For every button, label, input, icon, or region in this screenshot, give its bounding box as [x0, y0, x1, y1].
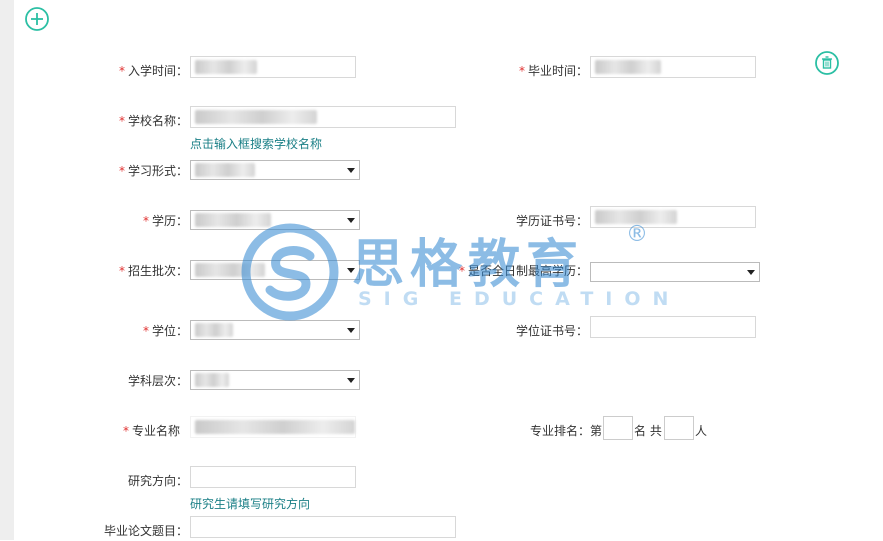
- blurred-value: [195, 263, 265, 277]
- degree-label-text: 学位：: [151, 324, 188, 338]
- research-label-text: 研究方向：: [127, 474, 188, 488]
- delete-education-button[interactable]: [814, 50, 840, 76]
- blurred-value: [595, 210, 677, 224]
- school-name-label-text: 学校名称：: [127, 114, 188, 128]
- add-education-button[interactable]: [24, 6, 50, 32]
- required-asterisk: *: [458, 264, 465, 278]
- blurred-value: [195, 213, 271, 227]
- required-asterisk: *: [142, 214, 149, 228]
- chevron-down-icon: [347, 268, 355, 273]
- blurred-value: [195, 163, 255, 177]
- chevron-down-icon: [347, 218, 355, 223]
- fulltime-select[interactable]: [590, 262, 760, 282]
- fulltime-label: * 是否全日制最高学历：: [430, 261, 588, 281]
- degree-label: * 学位：: [80, 321, 188, 341]
- school-name-label: * 学校名称：: [80, 111, 188, 131]
- batch-select[interactable]: [190, 260, 360, 280]
- blurred-value: [195, 420, 355, 434]
- research-hint: 研究生请填写研究方向: [190, 497, 311, 511]
- fulltime-label-text: 是否全日制最高学历：: [467, 264, 588, 278]
- grad-time-input[interactable]: [590, 56, 756, 78]
- required-asterisk: *: [118, 264, 125, 278]
- blurred-value: [595, 60, 661, 74]
- enroll-time-label: * 入学时间：: [80, 61, 188, 81]
- watermark-english-text: SIG EDUCATION: [358, 288, 681, 310]
- batch-label-text: 招生批次：: [127, 264, 188, 278]
- blurred-value: [195, 323, 233, 337]
- blurred-value: [195, 110, 317, 124]
- degree-cert-label: 学位证书号：: [480, 321, 588, 341]
- required-asterisk: *: [118, 164, 125, 178]
- edu-cert-input[interactable]: [590, 206, 756, 228]
- required-asterisk: *: [118, 114, 125, 128]
- rank-total-input[interactable]: [664, 416, 694, 440]
- rank-suffix-text: 人: [695, 424, 708, 438]
- degree-cert-label-text: 学位证书号：: [515, 324, 588, 338]
- chevron-down-icon: [347, 378, 355, 383]
- edu-cert-label: 学历证书号：: [480, 211, 588, 231]
- degree-cert-input[interactable]: [590, 316, 756, 338]
- discipline-select[interactable]: [190, 370, 360, 390]
- edu-select[interactable]: [190, 210, 360, 230]
- thesis-input[interactable]: [190, 516, 456, 538]
- rank-position-input[interactable]: [603, 416, 633, 440]
- rank-prefix-text: 第: [590, 424, 603, 438]
- research-label: 研究方向：: [80, 471, 188, 491]
- discipline-label: 学科层次：: [80, 371, 188, 391]
- plus-circle-icon: [25, 7, 49, 31]
- chevron-down-icon: [347, 168, 355, 173]
- blurred-value: [195, 60, 257, 74]
- degree-select[interactable]: [190, 320, 360, 340]
- rank-middle-text: 名 共: [634, 424, 662, 438]
- discipline-label-text: 学科层次：: [127, 374, 188, 388]
- grad-time-label: * 毕业时间：: [480, 61, 588, 81]
- blurred-value: [195, 373, 229, 387]
- edu-cert-label-text: 学历证书号：: [515, 214, 588, 228]
- required-asterisk: *: [142, 324, 149, 338]
- required-asterisk: *: [118, 64, 125, 78]
- school-name-input[interactable]: [190, 106, 456, 128]
- study-form-label: * 学习形式：: [80, 161, 188, 181]
- thesis-label: 毕业论文题目：: [80, 521, 188, 541]
- chevron-down-icon: [747, 270, 755, 275]
- enroll-time-label-text: 入学时间：: [127, 64, 188, 78]
- study-form-select[interactable]: [190, 160, 360, 180]
- school-search-hint: 点击输入框搜索学校名称: [190, 137, 323, 151]
- rank-label: 专业排名：: [500, 421, 590, 441]
- required-asterisk: *: [518, 64, 525, 78]
- major-label-text: 专业名称: [131, 424, 180, 438]
- batch-label: * 招生批次：: [80, 261, 188, 281]
- rank-label-text: 专业排名：: [529, 424, 590, 438]
- watermark-chinese-text: 思格教育: [352, 235, 585, 295]
- major-input[interactable]: [190, 416, 356, 438]
- research-input[interactable]: [190, 466, 356, 488]
- thesis-label-text: 毕业论文题目：: [103, 524, 188, 538]
- study-form-label-text: 学习形式：: [127, 164, 188, 178]
- chevron-down-icon: [347, 328, 355, 333]
- edu-label-text: 学历：: [151, 214, 188, 228]
- left-sidebar-strip: [0, 0, 14, 540]
- major-label: * 专业名称: [80, 421, 180, 441]
- enroll-time-input[interactable]: [190, 56, 356, 78]
- grad-time-label-text: 毕业时间：: [527, 64, 588, 78]
- required-asterisk: *: [122, 424, 129, 438]
- edu-label: * 学历：: [80, 211, 188, 231]
- trash-icon: [815, 51, 839, 75]
